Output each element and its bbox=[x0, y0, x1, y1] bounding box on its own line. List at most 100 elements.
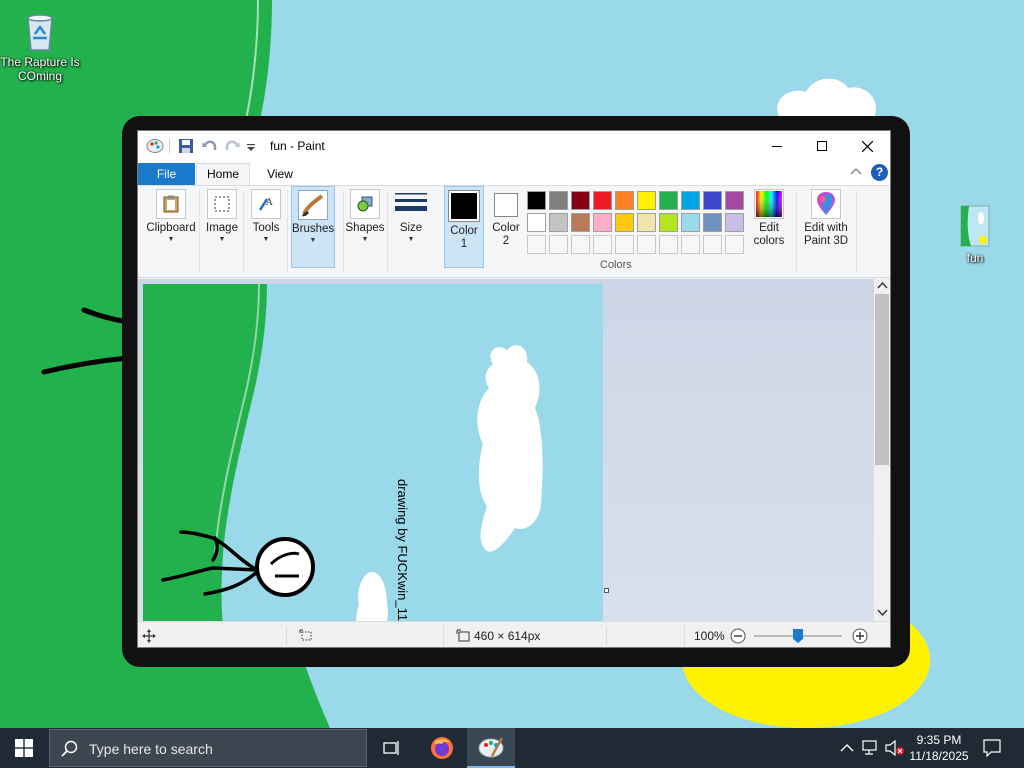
group-divider bbox=[796, 190, 797, 272]
zoom-out-icon[interactable] bbox=[730, 628, 746, 644]
zoom-slider[interactable] bbox=[754, 629, 842, 643]
color2-number: 2 bbox=[502, 235, 510, 247]
image-file-icon bbox=[960, 205, 990, 247]
status-separator bbox=[606, 626, 607, 646]
maximize-button[interactable] bbox=[799, 131, 845, 161]
palette-custom-slot[interactable] bbox=[549, 235, 568, 254]
cursor-position-icon bbox=[142, 629, 156, 643]
start-button[interactable] bbox=[0, 728, 48, 768]
collapse-ribbon-icon[interactable] bbox=[849, 164, 863, 180]
palette-swatch[interactable] bbox=[549, 191, 568, 210]
edit-with-paint3d-button[interactable]: Edit with Paint 3D bbox=[800, 186, 852, 268]
paint-palette-icon bbox=[478, 737, 504, 758]
color1-swatch bbox=[448, 190, 480, 222]
scroll-down-icon[interactable] bbox=[874, 605, 891, 619]
palette-swatch[interactable] bbox=[703, 191, 722, 210]
palette-swatch[interactable] bbox=[571, 191, 590, 210]
palette-custom-slot[interactable] bbox=[681, 235, 700, 254]
undo-icon[interactable] bbox=[202, 138, 218, 154]
palette-swatch[interactable] bbox=[725, 191, 744, 210]
palette-swatch[interactable] bbox=[637, 213, 656, 232]
palette-swatch[interactable] bbox=[681, 213, 700, 232]
palette-swatch[interactable] bbox=[681, 191, 700, 210]
palette-swatch[interactable] bbox=[725, 213, 744, 232]
palette-custom-slot[interactable] bbox=[637, 235, 656, 254]
paint-app-icon[interactable] bbox=[146, 138, 164, 154]
edit-colors-button[interactable]: Edit colors bbox=[750, 186, 788, 268]
save-icon[interactable] bbox=[178, 138, 194, 154]
desktop-icon-fun[interactable]: fun bbox=[935, 204, 1015, 265]
vertical-scrollbar[interactable] bbox=[874, 279, 891, 621]
palette-swatch[interactable] bbox=[615, 213, 634, 232]
palette-swatch[interactable] bbox=[703, 213, 722, 232]
palette-swatch[interactable] bbox=[659, 191, 678, 210]
palette-custom-slot[interactable] bbox=[571, 235, 590, 254]
palette-custom-slot[interactable] bbox=[725, 235, 744, 254]
task-view-icon bbox=[383, 741, 399, 755]
minimize-icon bbox=[772, 146, 782, 147]
brushes-group bbox=[288, 190, 344, 272]
scroll-thumb[interactable] bbox=[875, 294, 889, 465]
window-title: fun - Paint bbox=[270, 139, 325, 153]
desktop-icon-label: COming bbox=[17, 69, 62, 83]
color2-label: Color bbox=[492, 222, 520, 234]
paint3d-icon bbox=[817, 192, 835, 215]
size-button[interactable]: Size ▼ bbox=[392, 186, 430, 268]
group-divider bbox=[856, 190, 857, 272]
help-button[interactable]: ? bbox=[871, 164, 888, 181]
tab-view[interactable]: View bbox=[256, 163, 304, 185]
tray-overflow-icon[interactable] bbox=[840, 743, 854, 753]
desktop-icon-recycle-bin[interactable]: The Rapture Is COming bbox=[0, 8, 80, 83]
palette-custom-slot[interactable] bbox=[615, 235, 634, 254]
palette-swatch[interactable] bbox=[593, 191, 612, 210]
palette-custom-slot[interactable] bbox=[659, 235, 678, 254]
palette-custom-slot[interactable] bbox=[527, 235, 546, 254]
palette-swatch[interactable] bbox=[637, 191, 656, 210]
drawing-canvas[interactable]: drawing by FUCKwin_11 bbox=[143, 284, 603, 621]
status-separator bbox=[443, 626, 444, 646]
task-view-button[interactable] bbox=[368, 728, 416, 768]
color1-button[interactable]: Color 1 bbox=[444, 186, 484, 268]
firefox-icon bbox=[431, 737, 453, 759]
close-icon bbox=[861, 140, 873, 152]
zoom-level-text: 100% bbox=[694, 629, 725, 643]
palette-custom-slot[interactable] bbox=[703, 235, 722, 254]
ribbon: Clipboard ▼ Image ▼ A Tools ▼ Brushes ▼ … bbox=[138, 185, 890, 278]
tab-home[interactable]: Home bbox=[196, 163, 250, 185]
clock-date: 11/18/2025 bbox=[909, 749, 969, 763]
tab-file[interactable]: File bbox=[138, 163, 195, 185]
dropdown-arrow-icon: ▼ bbox=[407, 236, 415, 243]
taskbar-search-box[interactable]: Type here to search bbox=[49, 729, 367, 767]
taskbar-paint[interactable] bbox=[467, 728, 515, 768]
customize-toolbar-icon[interactable] bbox=[246, 138, 256, 154]
palette-swatch[interactable] bbox=[571, 213, 590, 232]
palette-swatch[interactable] bbox=[527, 213, 546, 232]
taskbar-firefox[interactable] bbox=[418, 728, 466, 768]
redo-icon[interactable] bbox=[224, 138, 240, 154]
notifications-icon[interactable] bbox=[983, 739, 1001, 757]
scroll-up-icon[interactable] bbox=[874, 279, 891, 293]
size-label: Size bbox=[399, 222, 423, 234]
close-button[interactable] bbox=[844, 131, 890, 161]
palette-custom-slot[interactable] bbox=[593, 235, 612, 254]
canvas-workspace[interactable]: drawing by FUCKwin_11 bbox=[138, 279, 874, 621]
paint-window: fun - Paint File Home View ? Clipboard ▼… bbox=[137, 130, 891, 648]
zoom-slider-thumb[interactable] bbox=[793, 629, 803, 643]
palette-swatch[interactable] bbox=[549, 213, 568, 232]
zoom-in-icon[interactable] bbox=[852, 628, 868, 644]
palette-swatch[interactable] bbox=[659, 213, 678, 232]
clock-time: 9:35 PM bbox=[916, 733, 962, 747]
canvas-resize-handle[interactable] bbox=[604, 588, 609, 593]
palette-swatch[interactable] bbox=[615, 191, 634, 210]
paint3d-label-2: Paint 3D bbox=[803, 235, 849, 247]
palette-swatch[interactable] bbox=[593, 213, 612, 232]
minimize-button[interactable] bbox=[754, 131, 800, 161]
title-bar[interactable]: fun - Paint bbox=[138, 131, 890, 161]
network-icon[interactable] bbox=[862, 740, 880, 756]
palette-swatch[interactable] bbox=[527, 191, 546, 210]
search-icon bbox=[61, 740, 78, 757]
paint3d-label: Edit with bbox=[804, 222, 848, 234]
tray-clock[interactable]: 9:35 PM 11/18/2025 bbox=[906, 732, 972, 764]
color2-button[interactable]: Color 2 bbox=[488, 186, 524, 268]
volume-muted-icon[interactable] bbox=[885, 740, 905, 756]
